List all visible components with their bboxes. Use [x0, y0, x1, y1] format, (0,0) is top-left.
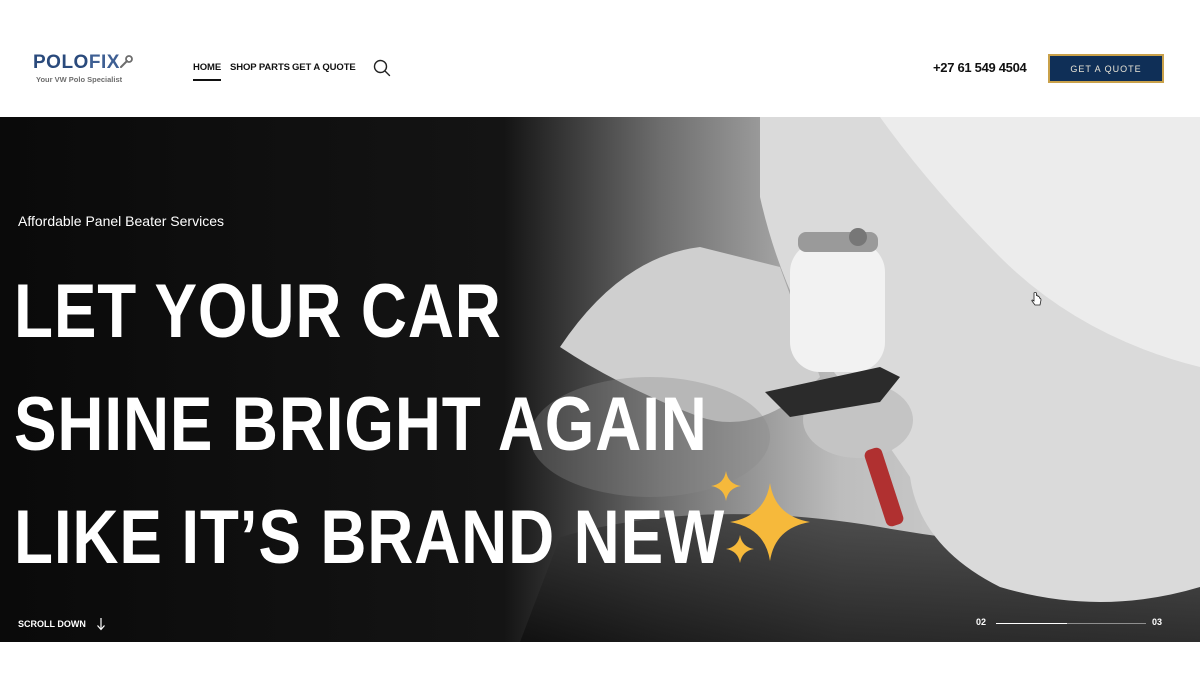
arrow-down-icon [96, 618, 105, 631]
pointer-cursor-icon [1031, 292, 1042, 306]
slide-total: 03 [1152, 617, 1163, 627]
headline-line-2: SHINE BRIGHT AGAIN [14, 382, 708, 467]
polofix-logo[interactable]: POLOFIX Your VW Polo Specialist [33, 52, 133, 88]
scroll-down-link[interactable]: SCROLL DOWN [18, 617, 106, 631]
headline-line-3: LIKE IT’S BRAND NEW [14, 495, 726, 580]
nav-home[interactable]: HOME [193, 62, 222, 81]
search-button[interactable] [372, 58, 392, 78]
hero-section: Affordable Panel Beater Services LET YOU… [0, 117, 1200, 642]
logo-wordmark: POLOFIX [33, 52, 120, 73]
headline-line-1: LET YOUR CAR [14, 269, 502, 354]
get-a-quote-button[interactable]: GET A QUOTE [1048, 54, 1164, 83]
slide-track [996, 623, 1146, 624]
phone-number[interactable]: +27 61 549 4504 [933, 60, 1027, 75]
slide-progress[interactable]: 02 03 [976, 617, 1166, 631]
slide-track-fill [996, 623, 1067, 624]
search-icon [373, 59, 391, 77]
wrench-icon [120, 55, 133, 68]
nav-get-a-quote[interactable]: GET A QUOTE [292, 62, 356, 73]
hero-eyebrow: Affordable Panel Beater Services [18, 213, 224, 229]
scroll-down-label: SCROLL DOWN [18, 619, 86, 629]
site-header: POLOFIX Your VW Polo Specialist HOME SHO… [0, 0, 1200, 117]
nav-shop-parts[interactable]: SHOP PARTS [230, 62, 290, 73]
sparkles-icon [711, 471, 810, 563]
slide-current: 02 [976, 617, 987, 627]
logo-tagline: Your VW Polo Specialist [36, 75, 123, 84]
